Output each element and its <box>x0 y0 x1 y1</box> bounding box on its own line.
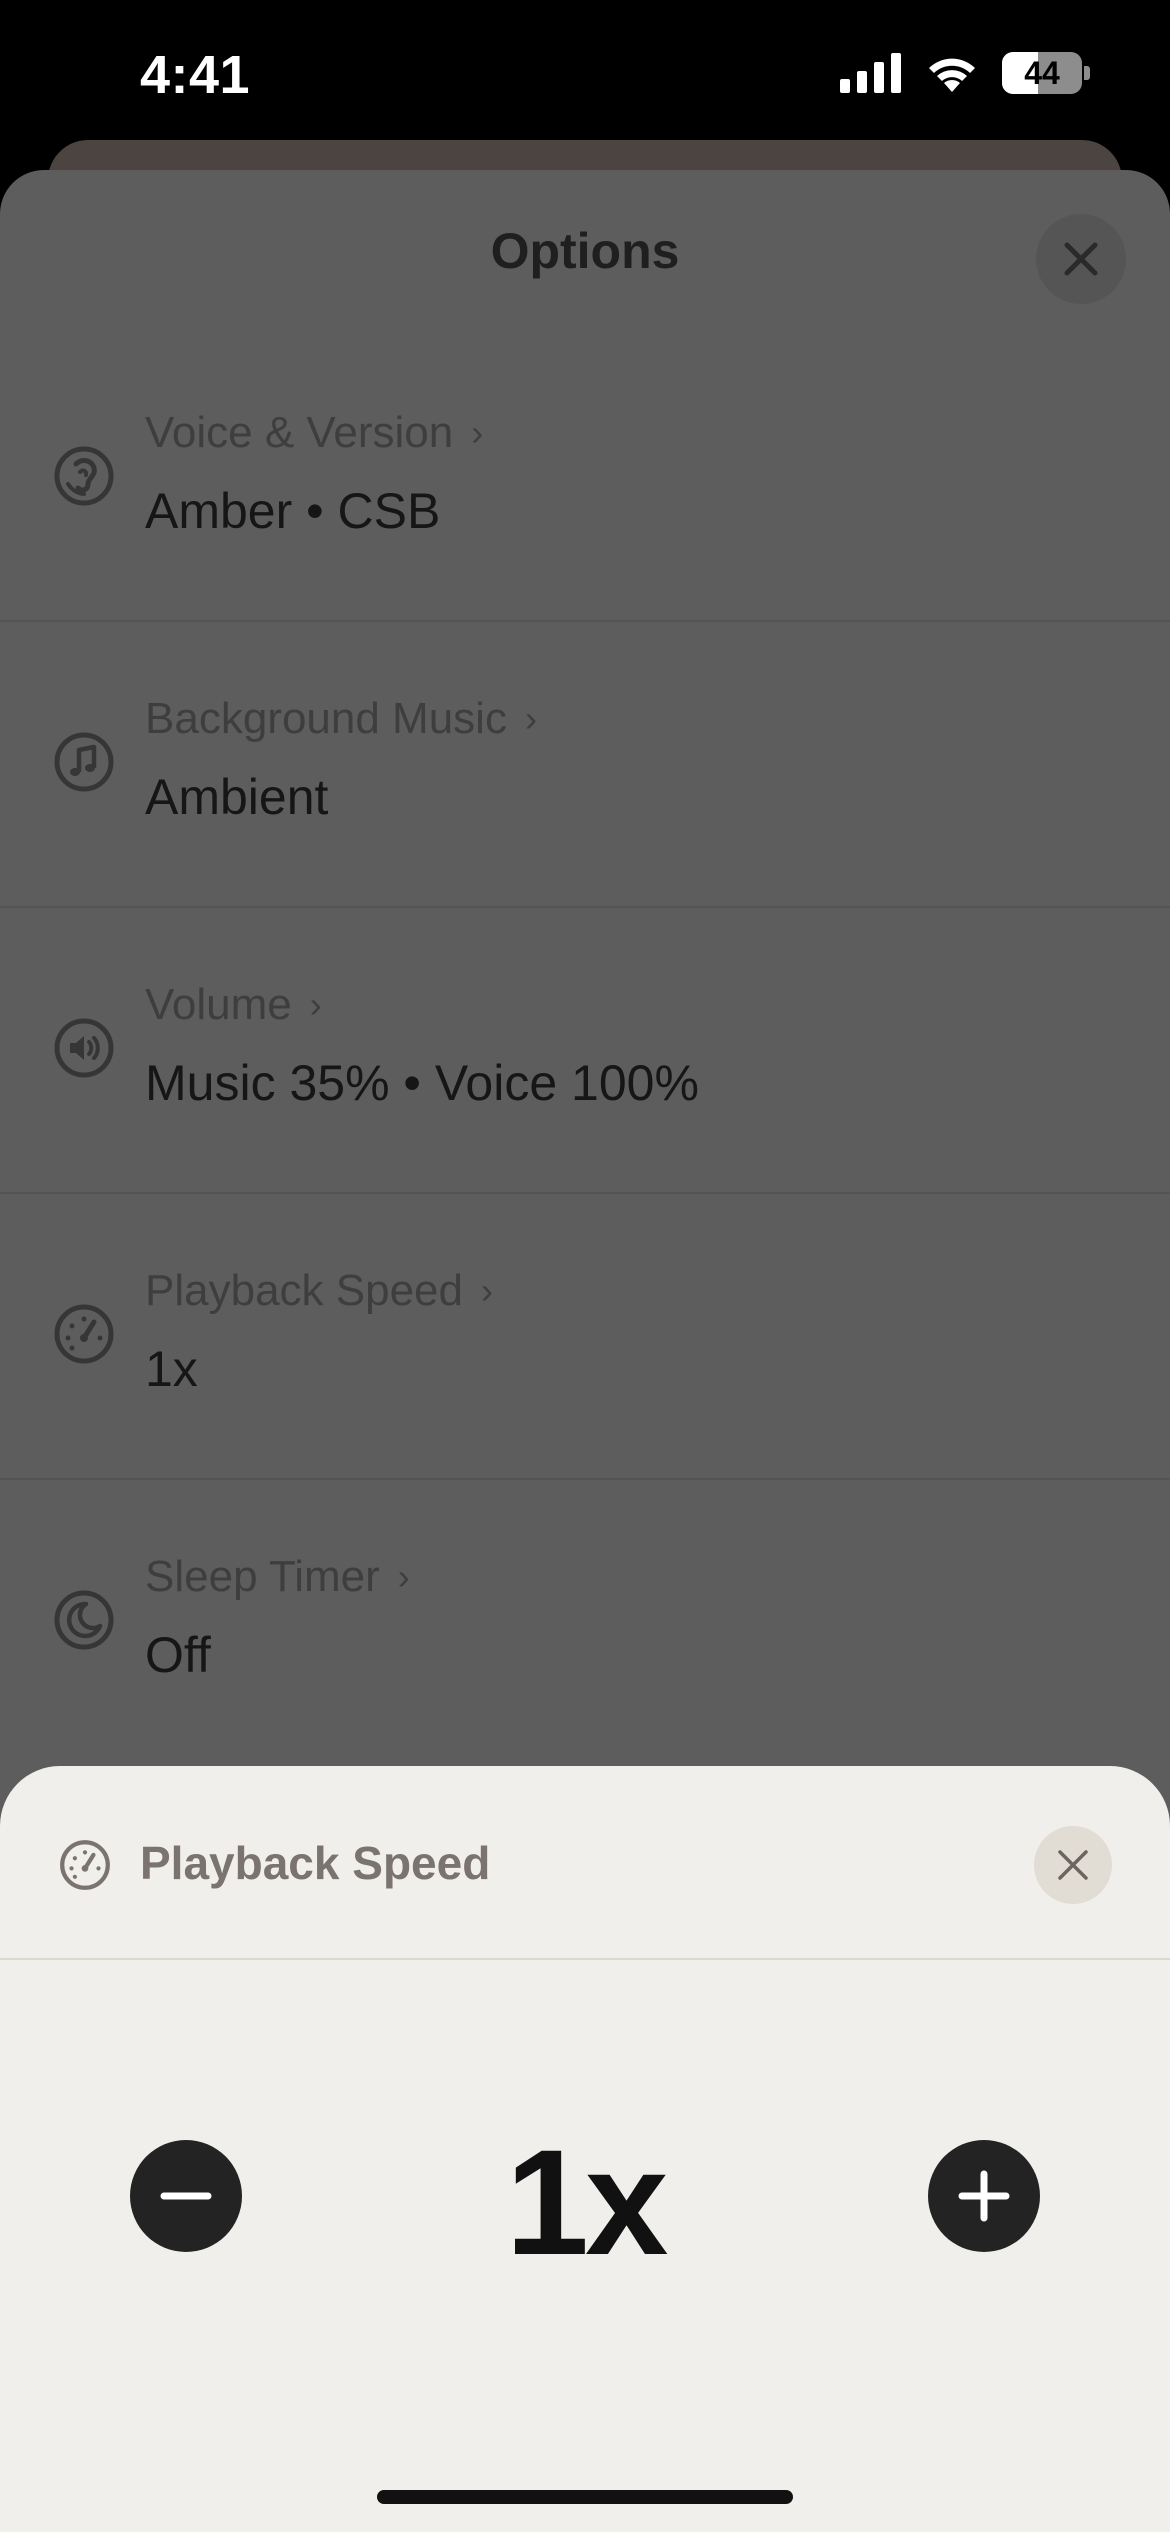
status-time: 4:41 <box>140 45 251 105</box>
option-value: Music 35% • Voice 100% <box>145 1055 699 1111</box>
option-value: Off <box>145 1627 211 1683</box>
option-label: Voice & Version <box>145 408 454 457</box>
option-volume[interactable]: Volume › Music 35% • Voice 100% <box>0 908 1170 1194</box>
option-value: Ambient <box>145 769 329 825</box>
battery-icon: 44 <box>1002 52 1090 94</box>
option-background-music[interactable]: Background Music › Ambient <box>0 622 1170 908</box>
wifi-icon <box>929 58 975 92</box>
speed-sheet-close-button[interactable] <box>1034 1826 1112 1904</box>
moon-icon <box>54 1590 114 1650</box>
close-icon <box>1058 1850 1088 1880</box>
speed-sheet-header: Playback Speed <box>0 1766 1170 1960</box>
home-indicator <box>377 2490 793 2504</box>
option-value: 1x <box>145 1341 198 1397</box>
options-close-button[interactable] <box>1036 214 1126 304</box>
increase-speed-button[interactable] <box>928 2140 1040 2252</box>
options-title: Options <box>490 223 680 279</box>
option-sleep-timer[interactable]: Sleep Timer › Off <box>0 1480 1170 1766</box>
speed-sheet-title: Playback Speed <box>140 1837 491 1889</box>
option-label: Volume <box>145 980 292 1029</box>
playback-speed-sheet: Playback Speed 1x <box>0 1766 1170 2532</box>
speedometer-icon <box>54 1304 114 1364</box>
music-note-icon <box>54 732 114 792</box>
chevron-right-icon: › <box>309 984 322 1025</box>
speedometer-icon <box>60 1840 110 1890</box>
option-voice-version[interactable]: Voice & Version › Amber • CSB <box>0 336 1170 622</box>
option-label: Background Music <box>145 694 507 743</box>
option-value: Amber • CSB <box>145 483 441 539</box>
chevron-right-icon: › <box>481 1270 493 1311</box>
cellular-signal-icon <box>840 53 901 93</box>
close-icon <box>1064 242 1098 276</box>
chevron-right-icon: › <box>397 1556 410 1597</box>
chevron-right-icon: › <box>471 412 484 453</box>
battery-level: 44 <box>1024 55 1060 91</box>
plus-icon <box>958 2170 1010 2222</box>
option-playback-speed[interactable]: Playback Speed › 1x <box>0 1194 1170 1480</box>
chevron-right-icon: › <box>524 698 537 739</box>
voice-icon <box>54 446 114 506</box>
speaker-icon <box>54 1018 114 1078</box>
status-bar: 4:41 44 <box>0 0 1170 150</box>
status-icons: 44 <box>840 52 1090 94</box>
option-label: Playback Speed <box>145 1266 463 1315</box>
option-label: Sleep Timer <box>145 1552 380 1601</box>
